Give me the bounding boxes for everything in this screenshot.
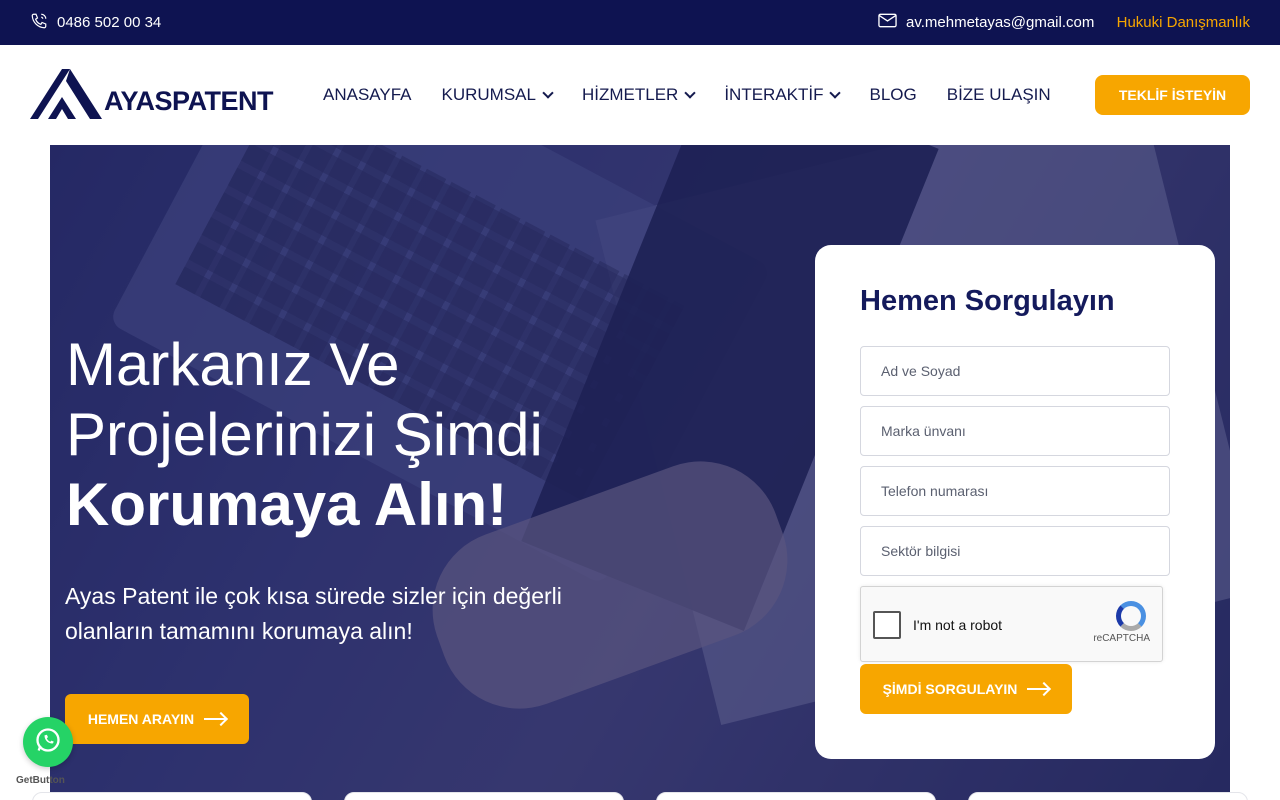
legal-consulting-link[interactable]: Hukuki Danışmanlık	[1117, 0, 1250, 45]
phone-number: 0486 502 00 34	[57, 14, 162, 31]
nav-label: KURUMSAL	[441, 85, 536, 104]
nav-label: BİZE ULAŞIN	[946, 85, 1051, 104]
whatsapp-button[interactable]	[23, 717, 73, 767]
top-bar: 0486 502 00 34 av.mehmetayas@gmail.com H…	[0, 0, 1280, 45]
nav-item-blog[interactable]: BLOG	[869, 85, 916, 105]
phone-field[interactable]	[860, 466, 1170, 516]
recaptcha-label: I'm not a robot	[913, 617, 1003, 633]
sector-field[interactable]	[860, 526, 1170, 576]
topbar-email[interactable]: av.mehmetayas@gmail.com	[878, 0, 1094, 45]
arrow-right-icon	[1027, 688, 1050, 690]
hero-title-line1: Markanız Ve	[66, 331, 400, 398]
nav-label: HİZMETLER	[581, 85, 679, 104]
chevron-down-icon	[684, 87, 696, 99]
topbar-phone[interactable]: 0486 502 00 34	[30, 0, 161, 45]
recaptcha-logo-icon	[1116, 601, 1146, 631]
nav-label: İNTERAKTİF	[724, 85, 824, 104]
call-now-label: HEMEN ARAYIN	[87, 711, 195, 727]
nav-item-bize-ulasin[interactable]: BİZE ULAŞIN	[947, 85, 1051, 105]
phone-icon	[30, 12, 48, 34]
email-address: av.mehmetayas@gmail.com	[906, 14, 1095, 31]
name-field[interactable]	[860, 346, 1170, 396]
recaptcha-widget: I'm not a robot reCAPTCHA	[860, 586, 1163, 662]
site-header: AYASPATENT ANASAYFA KURUMSAL HİZMETLER İ…	[0, 45, 1280, 145]
hero-title: Markanız Ve Projelerinizi Şimdi Korumaya…	[66, 330, 626, 540]
inquiry-form-card: Hemen Sorgulayın I'm not a robot reCAPTC…	[815, 245, 1215, 759]
call-now-button[interactable]: HEMEN ARAYIN	[65, 694, 249, 744]
feature-card-1	[32, 792, 312, 800]
nav-item-kurumsal[interactable]: KURUMSAL	[441, 85, 554, 105]
recaptcha-brand: reCAPTCHA	[1093, 633, 1150, 644]
query-now-button[interactable]: ŞİMDİ SORGULAYIN	[860, 664, 1072, 714]
mail-icon	[878, 13, 897, 32]
whatsapp-icon	[34, 726, 62, 759]
form-title: Hemen Sorgulayın	[860, 285, 1115, 317]
recaptcha-checkbox[interactable]	[873, 611, 901, 639]
request-quote-button[interactable]: TEKLİF İSTEYİN	[1095, 75, 1250, 115]
site-logo[interactable]: AYASPATENT	[30, 69, 274, 124]
nav-label: ANASAYFA	[323, 85, 412, 104]
nav-item-hizmetler[interactable]: HİZMETLER	[581, 85, 696, 105]
hero-title-line2: Projelerinizi Şimdi	[66, 401, 543, 468]
logo-mark-icon	[30, 69, 102, 124]
hero-subtitle: Ayas Patent ile çok kısa sürede sizler i…	[65, 583, 562, 644]
feature-card-4	[968, 792, 1248, 800]
feature-card-2	[344, 792, 624, 800]
nav-label: BLOG	[869, 85, 917, 104]
brand-title-field[interactable]	[860, 406, 1170, 456]
getbutton-credit[interactable]: GetButton	[16, 775, 65, 786]
chevron-down-icon	[542, 87, 554, 99]
query-now-label: ŞİMDİ SORGULAYIN	[882, 681, 1018, 697]
feature-card-3	[656, 792, 936, 800]
main-nav: ANASAYFA KURUMSAL HİZMETLER İNTERAKTİF B…	[323, 45, 1081, 145]
logo-text: AYASPATENT	[104, 86, 274, 116]
arrow-right-icon	[204, 718, 227, 720]
hero-title-line3: Korumaya Alın!	[66, 471, 508, 538]
nav-item-interaktif[interactable]: İNTERAKTİF	[724, 85, 842, 105]
chevron-down-icon	[829, 87, 842, 99]
nav-item-anasayfa[interactable]: ANASAYFA	[323, 85, 412, 105]
